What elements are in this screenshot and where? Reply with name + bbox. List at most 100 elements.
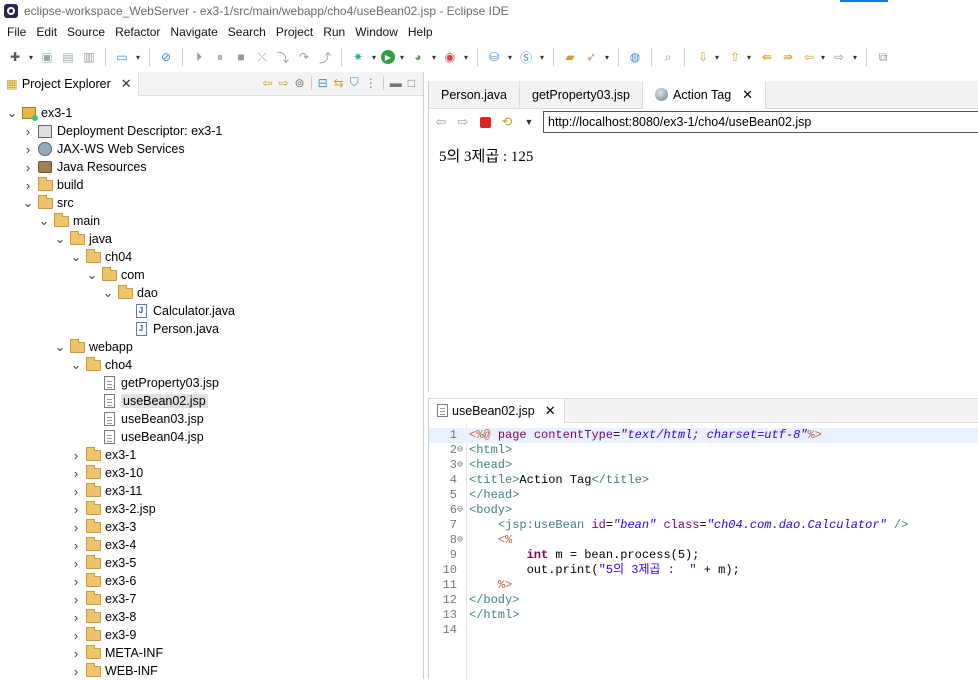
chevron-right-icon[interactable]: › — [70, 592, 82, 607]
tree-item[interactable]: ⌄ cho4 — [70, 356, 132, 374]
back-icon[interactable]: ⇦ — [433, 114, 449, 130]
url-input[interactable]: http://localhost:8080/ex3-1/cho4/useBean… — [543, 111, 978, 133]
open-task-icon[interactable]: ➶ — [582, 48, 600, 66]
fold-toggle-icon[interactable]: ⊖ — [457, 458, 467, 473]
refresh-icon[interactable]: ⟲ — [499, 114, 515, 130]
tree-item[interactable]: › Deployment Descriptor: ex3-1 — [22, 122, 223, 140]
terminate-icon[interactable]: ■ — [232, 48, 250, 66]
tree-item[interactable]: › Java Resources — [22, 158, 147, 176]
save-icon[interactable]: ▣ — [38, 48, 56, 66]
tree-item[interactable]: › ex3-5 — [70, 554, 136, 572]
chevron-right-icon[interactable]: › — [70, 538, 82, 553]
chevron-right-icon[interactable]: › — [22, 142, 34, 157]
tree-item[interactable]: ⌄ main — [38, 212, 100, 230]
menu-item-project[interactable]: Project — [271, 25, 318, 39]
fold-toggle-icon[interactable]: ⊖ — [457, 533, 467, 548]
pin-editor-icon[interactable]: ⇛ — [777, 44, 795, 70]
menu-item-help[interactable]: Help — [403, 25, 438, 39]
tree-item[interactable]: ⌄ dao — [102, 284, 158, 302]
skip-breakpoints-icon[interactable]: ⊘ — [157, 48, 175, 66]
suspend-icon[interactable]: ⏸ — [211, 48, 229, 66]
tree-item[interactable]: ⌄ webapp — [54, 338, 133, 356]
chevron-right-icon[interactable]: › — [70, 448, 82, 463]
search-icon[interactable]: ⌕ — [659, 48, 677, 66]
menu-item-file[interactable]: File — [2, 25, 31, 39]
link-with-editor-icon[interactable]: ⇆ — [334, 76, 344, 90]
step-into-icon[interactable]: ⤵ — [274, 48, 292, 66]
editor-tab[interactable]: getProperty03.jsp — [520, 80, 643, 109]
open-console-icon[interactable]: ▭ — [113, 48, 131, 66]
back-icon[interactable]: ⇦ — [798, 44, 816, 70]
tree-item[interactable]: ⌄ java — [54, 230, 112, 248]
chevron-right-icon[interactable]: › — [70, 556, 82, 571]
disconnect-icon[interactable]: ⤬ — [253, 48, 271, 66]
tree-item[interactable]: › build — [22, 176, 83, 194]
back-icon[interactable]: ⇦ — [262, 76, 272, 90]
new-dropdown-icon[interactable]: ▾ — [27, 48, 35, 66]
previous-annotation-icon[interactable]: ⇧ — [724, 44, 742, 70]
url-dropdown-icon[interactable]: ▼ — [521, 114, 537, 130]
chevron-right-icon[interactable]: › — [22, 178, 34, 193]
stop-icon[interactable] — [477, 114, 493, 130]
chevron-down-icon[interactable]: ⌄ — [54, 232, 66, 245]
resume-icon[interactable]: ⏵ — [190, 48, 208, 66]
close-icon[interactable]: ✕ — [545, 403, 556, 419]
tree-item[interactable]: ⌄ com — [86, 266, 145, 284]
menu-item-refactor[interactable]: Refactor — [110, 25, 165, 39]
tab-project-explorer[interactable]: ▦ Project Explorer ✕ — [0, 71, 139, 96]
menu-item-window[interactable]: Window — [350, 25, 403, 39]
menu-item-source[interactable]: Source — [62, 25, 110, 39]
tree-item[interactable]: ⌄ src — [22, 194, 74, 212]
save-all-icon[interactable]: ▤ — [59, 48, 77, 66]
tree-item[interactable]: › ex3-1 — [70, 446, 136, 464]
view-menu-icon[interactable]: ⋮ — [365, 76, 377, 90]
next-annotation-icon[interactable]: ⇩ — [692, 44, 710, 70]
step-return-icon[interactable]: ⤴ — [316, 48, 334, 66]
chevron-down-icon[interactable]: ⌄ — [54, 340, 66, 353]
tree-item[interactable]: › JAX-WS Web Services — [22, 140, 185, 158]
web-services-icon[interactable]: Ⓢ — [517, 48, 535, 66]
chevron-down-icon[interactable]: ⌄ — [22, 196, 34, 209]
fold-toggle-icon[interactable]: ⊖ — [457, 443, 467, 458]
menu-item-edit[interactable]: Edit — [31, 25, 62, 39]
new-server-icon[interactable]: ⛁ — [485, 48, 503, 66]
chevron-down-icon[interactable]: ⌄ — [86, 268, 98, 281]
menu-item-navigate[interactable]: Navigate — [165, 25, 222, 39]
chevron-down-icon[interactable]: ⌄ — [70, 358, 82, 371]
tree-item[interactable]: › ex3-10 — [70, 464, 143, 482]
tree-item[interactable]: ⌄ ch04 — [70, 248, 132, 266]
tree-item[interactable]: J Person.java — [118, 320, 219, 338]
tree-item[interactable]: › ex3-11 — [70, 482, 142, 500]
open-perspective-icon[interactable]: ⧉ — [874, 48, 892, 66]
menu-item-run[interactable]: Run — [318, 25, 350, 39]
up-icon[interactable]: ⊚ — [295, 76, 305, 90]
chevron-right-icon[interactable]: › — [22, 124, 34, 139]
chevron-right-icon[interactable]: › — [70, 664, 82, 679]
chevron-right-icon[interactable]: › — [70, 466, 82, 481]
tree-item[interactable]: › ex3-2.jsp — [70, 500, 156, 518]
forward-icon[interactable]: ⇨ — [455, 114, 471, 130]
chevron-right-icon[interactable]: › — [70, 520, 82, 535]
web-browser-icon[interactable]: ◍ — [626, 48, 644, 66]
close-icon[interactable]: ✕ — [121, 76, 132, 92]
tree-item[interactable]: › ex3-7 — [70, 590, 136, 608]
filter-icon[interactable]: ⛉ — [350, 75, 359, 90]
tree-item[interactable]: J Calculator.java — [118, 302, 235, 320]
chevron-right-icon[interactable]: › — [70, 502, 82, 517]
chevron-down-icon[interactable]: ⌄ — [102, 286, 114, 299]
close-icon[interactable]: ✕ — [742, 87, 753, 103]
tree-item[interactable]: ⌄ ex3-1 — [6, 104, 72, 122]
last-edit-location-icon[interactable]: ⇚ — [756, 44, 774, 70]
open-type-icon[interactable]: ▰ — [561, 48, 579, 66]
chevron-right-icon[interactable]: › — [70, 646, 82, 661]
chevron-right-icon[interactable]: › — [70, 484, 82, 499]
tree-item[interactable]: › ex3-3 — [70, 518, 136, 536]
debug-icon[interactable]: ✷ — [349, 48, 367, 66]
chevron-right-icon[interactable]: › — [70, 610, 82, 625]
tree-item[interactable]: useBean03.jsp — [86, 410, 204, 428]
minimize-icon[interactable]: ▬ — [390, 76, 402, 90]
tree-item[interactable]: getProperty03.jsp — [86, 374, 219, 392]
menu-item-search[interactable]: Search — [223, 25, 271, 39]
editor-tab[interactable]: Person.java — [429, 80, 521, 109]
forward-icon[interactable]: ⇨ — [830, 48, 848, 66]
